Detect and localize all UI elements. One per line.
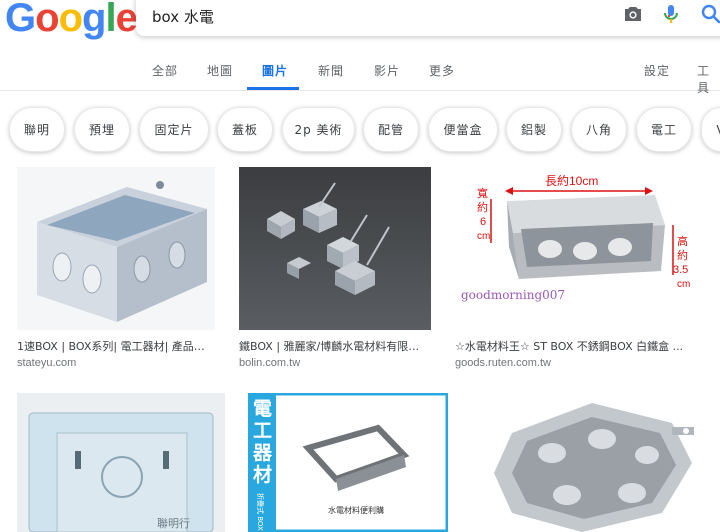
chip[interactable]: 鋁製 [506, 107, 562, 152]
tools-link[interactable]: 工具 [697, 62, 720, 96]
width-label: 約 [477, 200, 488, 214]
image-result[interactable]: 聯明行 [17, 393, 225, 532]
chip[interactable]: 固定片 [139, 107, 209, 152]
logo-letter: l [105, 0, 116, 40]
active-tab-indicator [247, 87, 299, 90]
mic-icon[interactable] [659, 2, 683, 26]
result-thumbnail[interactable] [239, 167, 431, 330]
chip[interactable]: 預埋 [74, 107, 130, 152]
panel-product: 水電材料便利購 [328, 505, 384, 515]
chip[interactable]: 便當盒 [428, 107, 498, 152]
image-result[interactable]: 長約10cm 寬 約 6 cm 高 約 3.5 cm goodmorning00… [455, 167, 705, 373]
image-result[interactable]: 鐵BOX | 雅麗家/博麟水電材料有限公司 bolin.com.tw [239, 167, 431, 373]
logo-letter: G [5, 0, 36, 40]
image-result[interactable]: 電 工 器 材 折疊式 BOX 固 水電材料便利購 [248, 393, 448, 532]
height-label: 3.5 [673, 264, 688, 276]
result-thumbnail[interactable] [17, 167, 215, 330]
settings-link[interactable]: 設定 [644, 62, 670, 79]
chip[interactable]: 蓋板 [217, 107, 273, 152]
result-caption[interactable]: ☆水電材料王☆ ST BOX 不銹鋼BOX 白鐵盒 ... [455, 338, 700, 354]
chip[interactable]: 八角 [571, 107, 627, 152]
chip[interactable]: 電工 [636, 107, 692, 152]
search-icon[interactable] [699, 2, 720, 26]
panel-title: 工 [253, 420, 272, 442]
panel-title: 材 [253, 463, 272, 486]
logo-letter: e [115, 0, 138, 40]
image-result[interactable]: 1速BOX | BOX系列| 電工器材| 產品資訊 stateyu.com [17, 167, 215, 373]
search-input[interactable]: box 水電 [152, 6, 214, 27]
result-thumbnail[interactable]: 電 工 器 材 折疊式 BOX 固 水電材料便利購 [248, 393, 448, 532]
google-logo[interactable]: Google [5, 0, 138, 41]
result-thumbnail[interactable]: 聯明行 [17, 393, 225, 532]
result-thumbnail[interactable]: 長約10cm 寬 約 6 cm 高 約 3.5 cm goodmorning00… [455, 167, 705, 330]
logo-letter: o [35, 0, 59, 40]
height-label: 高 [677, 234, 688, 248]
result-domain: bolin.com.tw [239, 357, 301, 369]
image-watermark: goodmorning007 [461, 288, 565, 302]
panel-subtitle: 折疊式 BOX 固 [256, 493, 265, 532]
result-caption[interactable]: 1速BOX | BOX系列| 電工器材| 產品資訊 [17, 338, 215, 354]
height-label: 約 [677, 248, 688, 262]
length-label: 長約10cm [545, 173, 598, 188]
tab-more[interactable]: 更多 [429, 62, 455, 79]
panel-title: 電 [253, 398, 272, 420]
nav-tabs: 全部 地圖 圖片 新聞 影片 更多 設定 工具 [0, 56, 720, 95]
result-caption[interactable]: 鐵BOX | 雅麗家/博麟水電材料有限公司 [239, 338, 427, 354]
chip[interactable]: V [701, 107, 720, 152]
tab-maps[interactable]: 地圖 [207, 62, 233, 79]
width-label: 寬 [477, 186, 488, 200]
tab-videos[interactable]: 影片 [374, 62, 400, 79]
image-watermark: 聯明行 [157, 517, 190, 530]
suggestion-chips: 聯明 預埋 固定片 蓋板 2p 美術 配管 便當盒 鋁製 八角 電工 V [0, 103, 720, 157]
logo-letter: o [58, 0, 83, 40]
chip[interactable]: 2p 美術 [282, 107, 355, 152]
tab-news[interactable]: 新聞 [318, 62, 344, 79]
result-thumbnail[interactable] [472, 393, 720, 532]
tab-all[interactable]: 全部 [152, 62, 178, 79]
result-domain: goods.ruten.com.tw [455, 357, 551, 369]
height-label: cm [677, 279, 690, 290]
width-label: cm [477, 231, 490, 242]
result-domain: stateyu.com [17, 357, 77, 369]
tab-images[interactable]: 圖片 [262, 62, 288, 79]
panel-title: 器 [252, 442, 273, 464]
image-result[interactable] [472, 393, 720, 532]
header: Google box 水電 全部 地圖 圖片 新聞 影片 更多 設定 工具 [0, 0, 720, 95]
chip[interactable]: 配管 [363, 107, 419, 152]
chip[interactable]: 聯明 [9, 107, 65, 152]
logo-letter: g [82, 0, 106, 40]
camera-icon[interactable] [621, 2, 645, 26]
width-label: 6 [480, 216, 486, 228]
search-box[interactable]: box 水電 [136, 0, 720, 36]
